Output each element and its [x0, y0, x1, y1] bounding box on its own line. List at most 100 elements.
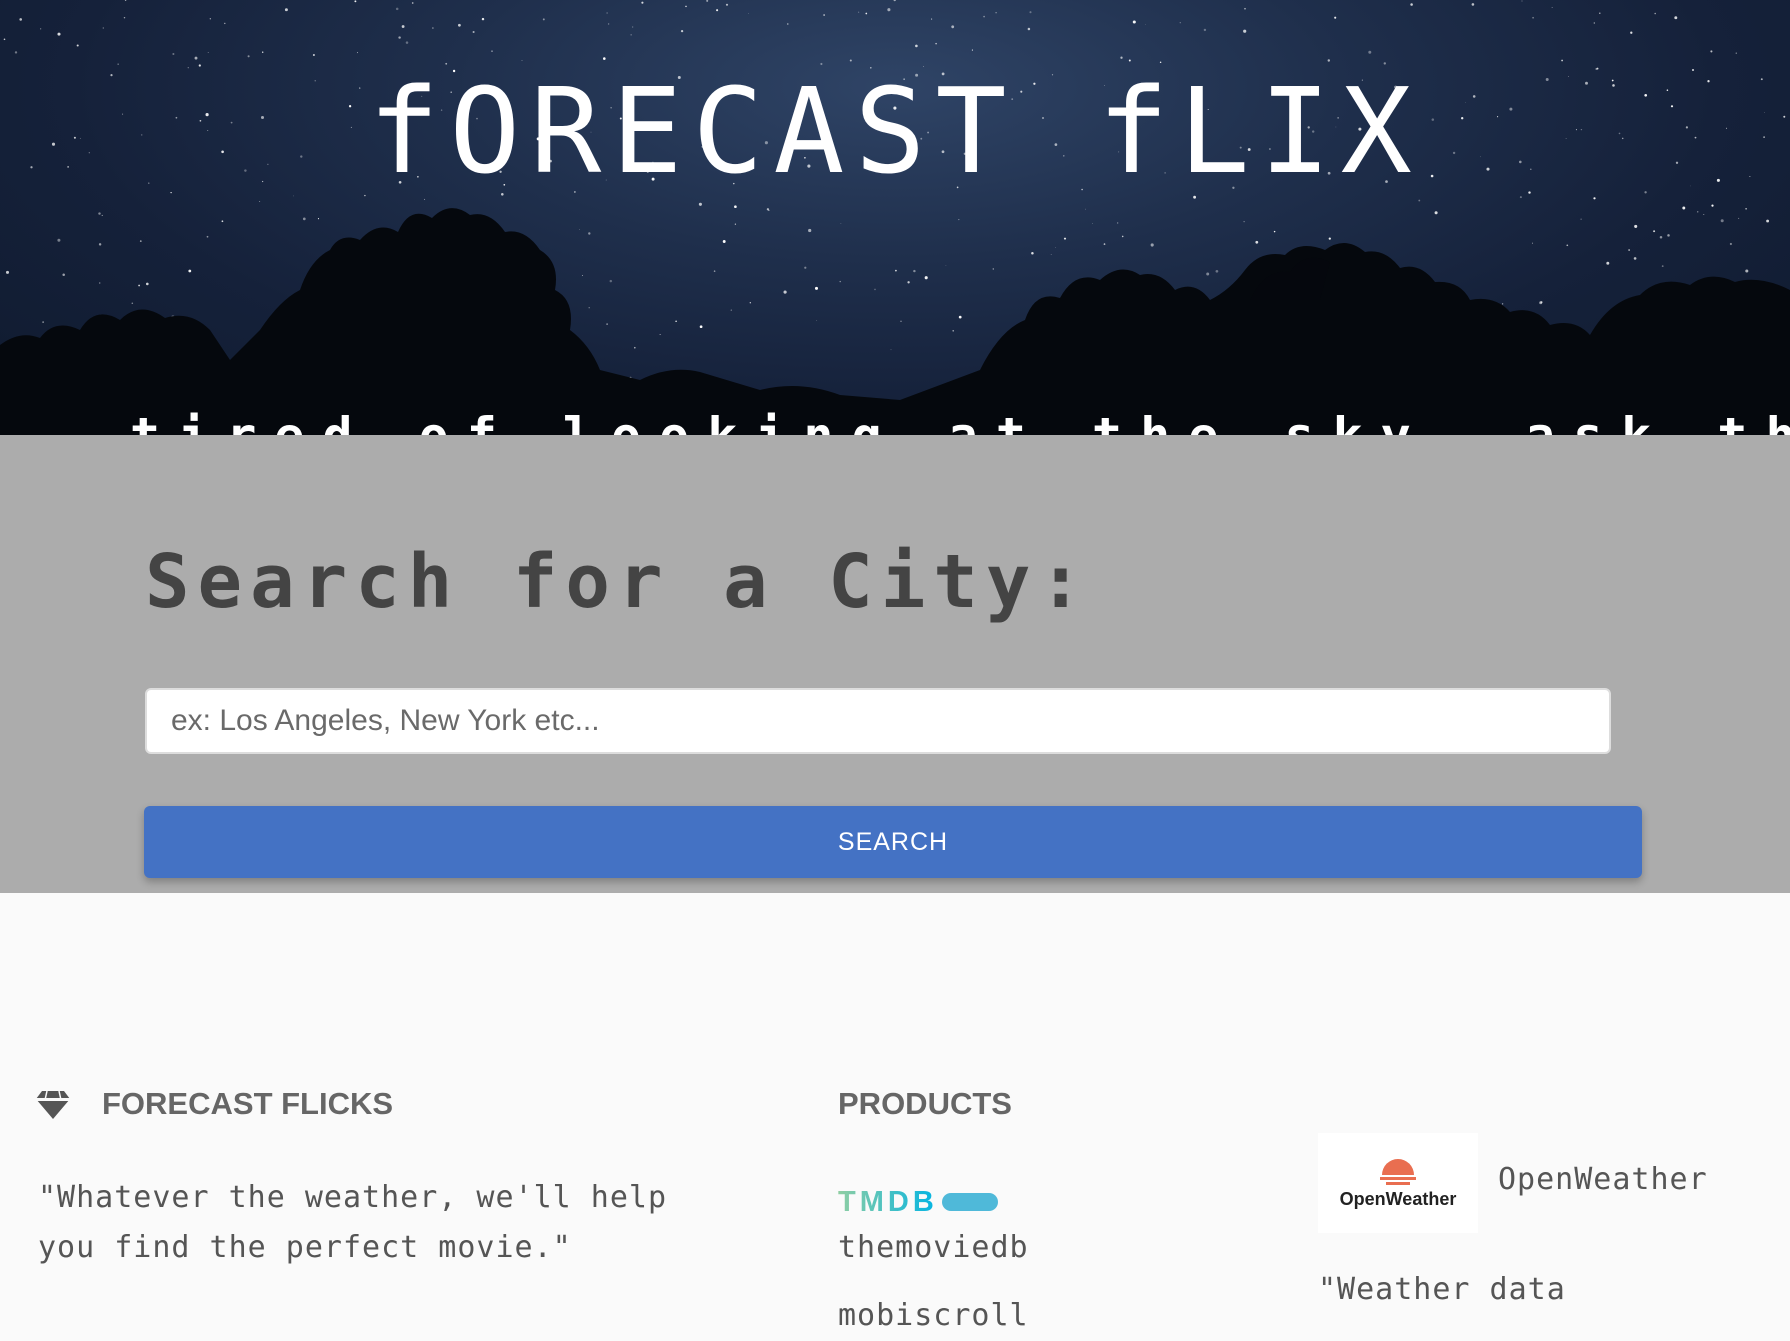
star	[98, 243, 102, 246]
search-button[interactable]: SEARCH	[144, 806, 1642, 878]
star	[716, 9, 719, 12]
star	[432, 27, 434, 29]
star	[354, 0, 357, 3]
star	[1132, 20, 1136, 24]
star	[823, 14, 825, 16]
openweather-logo[interactable]: OpenWeather	[1318, 1133, 1478, 1233]
star	[1334, 16, 1337, 19]
star	[895, 269, 897, 272]
star	[1243, 29, 1247, 33]
star	[247, 55, 250, 58]
star	[194, 56, 198, 60]
star	[1031, 252, 1034, 255]
star	[1328, 237, 1331, 240]
star	[680, 29, 684, 33]
star	[787, 23, 789, 25]
star	[395, 7, 399, 11]
hero-tagline: tired of looking at the sky, ask the wea…	[130, 408, 1790, 435]
star	[1729, 242, 1732, 246]
star	[1735, 52, 1737, 54]
star	[1243, 220, 1245, 223]
tmdb-pill-icon	[941, 1193, 998, 1211]
star	[1150, 243, 1154, 247]
footer-brand-title: FORECAST FLICKS	[102, 1086, 394, 1121]
star	[1055, 247, 1057, 248]
tmdb-logo[interactable]: TMDB	[838, 1183, 998, 1221]
star	[398, 36, 401, 39]
star	[641, 1, 644, 4]
star	[734, 205, 737, 209]
star	[588, 232, 591, 235]
star	[1633, 257, 1637, 260]
openweather-name[interactable]: OpenWeather	[1498, 1155, 1708, 1205]
star	[188, 269, 192, 273]
star	[19, 18, 23, 21]
star	[634, 346, 636, 349]
star	[1682, 206, 1686, 210]
star	[1745, 208, 1747, 210]
tree-silhouettes	[0, 208, 1790, 435]
star	[858, 11, 860, 13]
star	[209, 18, 211, 20]
star	[481, 17, 485, 21]
star	[887, 8, 891, 12]
star	[1471, 3, 1475, 6]
star	[783, 290, 787, 294]
star	[1215, 269, 1219, 273]
star	[945, 265, 947, 266]
star	[907, 281, 910, 284]
city-search-input[interactable]	[145, 688, 1611, 754]
star	[123, 16, 126, 19]
footer-products-title: PRODUCTS	[838, 1086, 1012, 1121]
star	[458, 23, 461, 27]
product-link-mobiscroll[interactable]: mobiscroll	[838, 1291, 1029, 1341]
star	[259, 201, 261, 202]
star	[1653, 230, 1656, 233]
star	[1659, 235, 1663, 239]
star	[1667, 234, 1670, 237]
star	[992, 268, 995, 270]
star	[1697, 211, 1699, 213]
star	[57, 32, 61, 36]
star	[1103, 243, 1106, 245]
star	[1531, 242, 1534, 244]
openweather-logo-text: OpenWeather	[1339, 1189, 1457, 1209]
star	[1720, 219, 1724, 223]
star	[145, 282, 149, 286]
star	[1528, 191, 1531, 194]
star	[1434, 211, 1438, 215]
star	[632, 26, 634, 28]
star	[931, 18, 933, 20]
star	[890, 349, 892, 351]
product-link-themoviedb[interactable]: themoviedb	[838, 1223, 1029, 1273]
star	[609, 279, 613, 283]
star	[224, 22, 226, 25]
star	[472, 30, 475, 34]
star	[1596, 67, 1599, 70]
star	[725, 3, 729, 6]
star	[1063, 237, 1067, 240]
star	[131, 302, 134, 305]
star	[3, 38, 6, 41]
star	[730, 309, 732, 311]
star	[14, 51, 18, 54]
star	[172, 52, 175, 56]
star	[1738, 217, 1740, 219]
star	[734, 223, 737, 225]
star	[364, 194, 366, 197]
star	[1661, 265, 1664, 267]
star	[713, 270, 716, 272]
star	[748, 12, 749, 14]
star	[1519, 196, 1522, 199]
star	[57, 238, 61, 242]
star	[1566, 244, 1569, 247]
star	[1654, 12, 1657, 15]
star	[1551, 7, 1553, 8]
star	[542, 18, 545, 21]
star	[138, 284, 140, 287]
star	[356, 52, 359, 54]
star	[284, 8, 288, 12]
star	[749, 302, 751, 304]
star	[1203, 28, 1207, 32]
star	[1593, 22, 1595, 24]
